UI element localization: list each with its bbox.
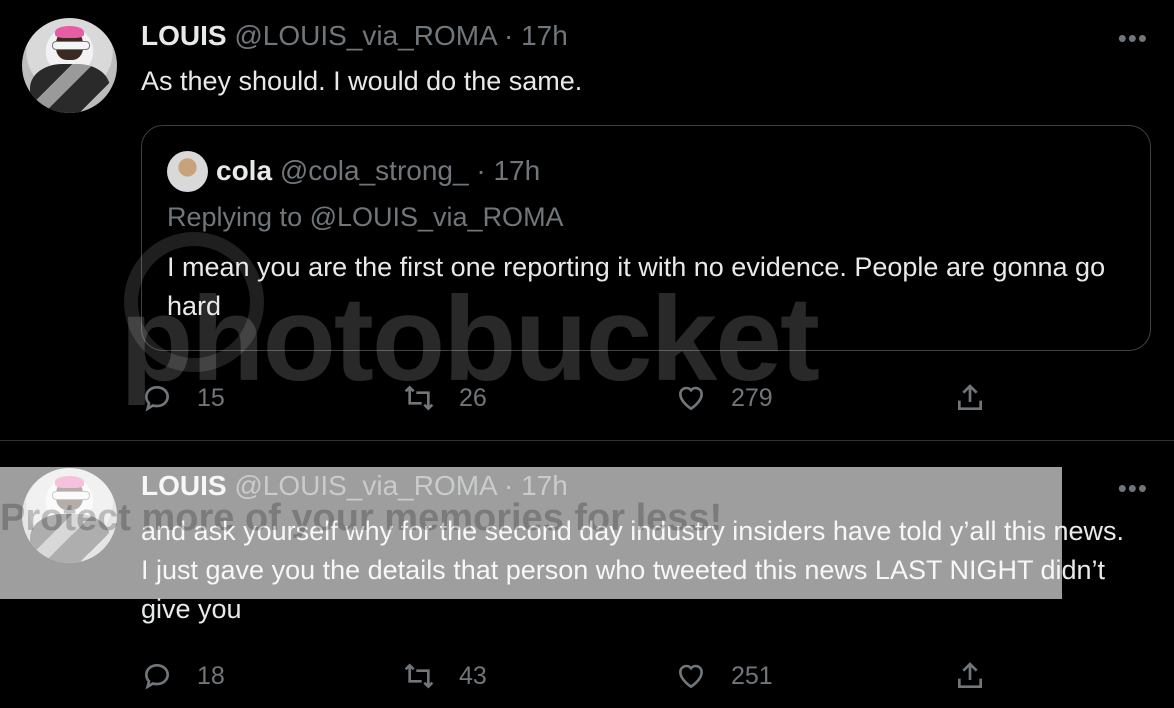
timestamp[interactable]: 17h (521, 20, 568, 51)
quote-header: cola @cola_strong_ · 17h (216, 154, 540, 188)
avatar-body (30, 64, 110, 113)
quote-user-handle[interactable]: @cola_strong_ (280, 155, 469, 186)
like-icon (678, 386, 704, 411)
avatar-body (30, 514, 110, 563)
tweet[interactable]: LOUIS @LOUIS_via_ROMA · 17h ••• and ask … (0, 442, 1174, 708)
replying-to[interactable]: Replying to @LOUIS_via_ROMA (167, 202, 564, 233)
action-bar: 18 43 251 (141, 656, 1021, 696)
share-button[interactable] (954, 656, 986, 696)
quote-avatar[interactable] (167, 151, 208, 192)
avatar-hair (55, 476, 84, 488)
separator: · (503, 20, 514, 51)
tweet-header: LOUIS @LOUIS_via_ROMA · 17h (141, 470, 568, 502)
retweet-button[interactable]: 43 (403, 656, 487, 696)
avatar-glasses (52, 491, 90, 500)
more-icon[interactable]: ••• (1118, 25, 1148, 51)
display-name[interactable]: LOUIS (141, 470, 227, 501)
reply-button[interactable]: 18 (141, 656, 225, 696)
like-button[interactable]: 279 (675, 378, 773, 418)
quote-display-name[interactable]: cola (216, 155, 272, 186)
tweet[interactable]: LOUIS @LOUIS_via_ROMA · 17h ••• As they … (0, 0, 1174, 441)
retweet-button[interactable]: 26 (403, 378, 487, 418)
avatar[interactable] (22, 468, 117, 563)
avatar-glasses (52, 41, 90, 50)
reply-count: 15 (197, 383, 225, 412)
reply-count: 18 (197, 661, 225, 690)
tweet-divider (0, 440, 1174, 441)
retweet-count: 43 (459, 661, 487, 690)
action-bar: 15 26 279 (141, 378, 1021, 418)
quote-separator: · (476, 155, 486, 186)
user-handle[interactable]: @LOUIS_via_ROMA (234, 470, 496, 501)
tweet-text: As they should. I would do the same. (141, 66, 583, 96)
avatar[interactable] (22, 18, 117, 113)
quote-timestamp: 17h (493, 155, 541, 186)
like-button[interactable]: 251 (675, 656, 773, 696)
reply-icon (144, 663, 170, 690)
share-button[interactable] (954, 378, 986, 418)
reply-icon (144, 385, 170, 412)
tweet-text: and ask yourself why for the second day … (141, 516, 1124, 624)
retweet-icon (404, 663, 434, 689)
share-icon (958, 384, 982, 410)
like-icon (678, 664, 704, 689)
retweet-count: 26 (459, 383, 487, 412)
like-count: 279 (731, 383, 773, 412)
tweet-header: LOUIS @LOUIS_via_ROMA · 17h (141, 20, 568, 52)
more-icon[interactable]: ••• (1118, 475, 1148, 501)
like-count: 251 (731, 661, 773, 690)
quoted-tweet[interactable]: cola @cola_strong_ · 17h Replying to @LO… (141, 125, 1151, 351)
display-name[interactable]: LOUIS (141, 20, 227, 51)
separator: · (503, 470, 514, 501)
retweet-icon (404, 385, 434, 411)
quote-text: I mean you are the first one reporting i… (167, 252, 1106, 321)
reply-button[interactable]: 15 (141, 378, 225, 418)
timestamp[interactable]: 17h (521, 470, 568, 501)
avatar-hair (55, 26, 84, 38)
user-handle[interactable]: @LOUIS_via_ROMA (234, 20, 496, 51)
share-icon (958, 662, 982, 688)
